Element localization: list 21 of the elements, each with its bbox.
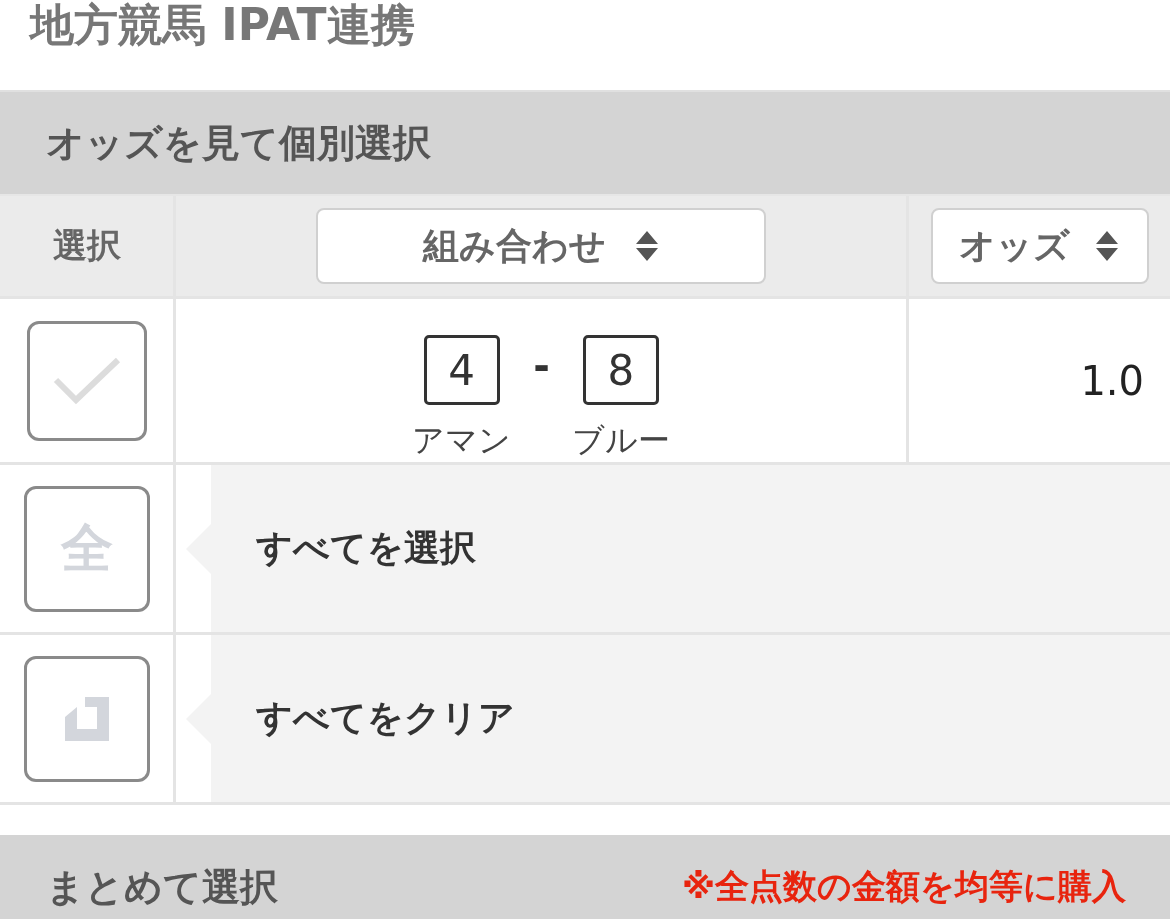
clear-icon	[62, 694, 111, 743]
sort-icon	[633, 229, 660, 263]
sort-button[interactable]: オッズ	[930, 208, 1149, 284]
action-label[interactable]: すべてを選択	[256, 524, 476, 573]
sort-button[interactable]: 組み合わせ	[316, 208, 766, 284]
horse-name: アマン	[412, 420, 512, 461]
check-icon	[51, 355, 122, 406]
section-title: オッズを見て個別選択	[46, 119, 431, 167]
column-header: 選択	[52, 224, 121, 267]
clear-button[interactable]	[23, 655, 150, 782]
action-label[interactable]: すべてをクリア	[256, 694, 515, 743]
note-text: ※全点数の金額を均等に購入	[681, 865, 1126, 908]
horse-number: 4	[423, 335, 500, 405]
section-title: まとめて選択	[46, 863, 278, 911]
horse-number: 8	[582, 335, 659, 405]
page-title: 地方競馬 IPAT連携	[30, 2, 416, 48]
horse-name: ブルー	[571, 420, 670, 461]
separator-dash: -	[533, 343, 550, 389]
checkbox[interactable]	[26, 320, 147, 441]
sort-icon	[1094, 229, 1120, 263]
odds-value: 1.0	[1080, 357, 1144, 404]
